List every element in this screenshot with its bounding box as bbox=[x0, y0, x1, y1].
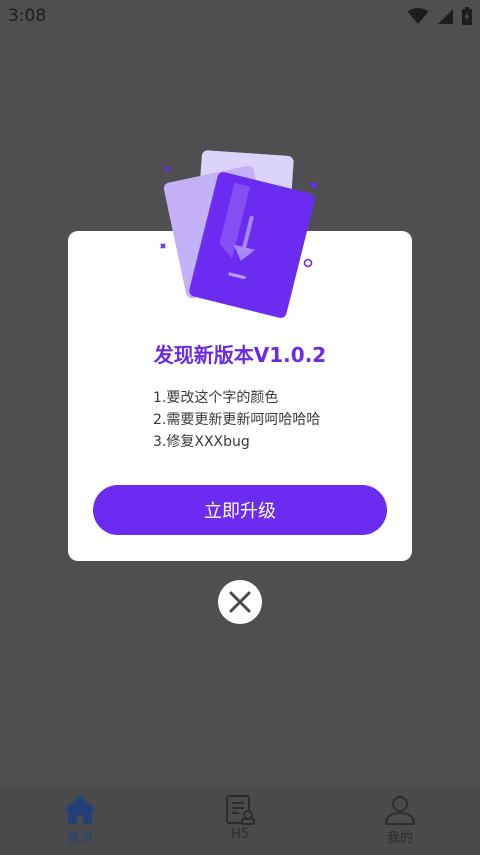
release-note-item: 3.修复XXXbug bbox=[153, 434, 250, 450]
close-dialog-button[interactable] bbox=[218, 580, 262, 624]
nav-item-label: 我的 bbox=[386, 831, 413, 846]
user-icon bbox=[384, 796, 416, 825]
wifi-icon bbox=[407, 7, 429, 24]
close-icon bbox=[229, 591, 251, 613]
status-bar: 3:08 bbox=[0, 0, 480, 34]
status-icons bbox=[407, 7, 472, 25]
nav-item-home[interactable]: 首页 bbox=[0, 787, 160, 855]
status-time: 3:08 bbox=[8, 6, 47, 26]
nav-item-profile[interactable]: 我的 bbox=[320, 787, 480, 855]
release-notes: 1.要改这个字的颜色 2.需要更新更新呵呵哈哈哈 3.修复XXXbug bbox=[153, 387, 320, 453]
release-note-item: 2.需要更新更新呵呵哈哈哈 bbox=[153, 412, 321, 428]
update-illustration bbox=[160, 150, 317, 318]
upgrade-now-button[interactable]: 立即升级 bbox=[93, 485, 387, 535]
home-icon bbox=[64, 796, 96, 824]
release-note-item: 1.要改这个字的颜色 bbox=[153, 390, 279, 406]
nav-item-label: 首页 bbox=[66, 831, 93, 846]
dialog-title: 发现新版本V1.0.2 bbox=[153, 343, 327, 367]
document-icon bbox=[226, 795, 255, 825]
bottom-nav: 首页 H5 我的 bbox=[0, 787, 480, 855]
battery-icon bbox=[462, 7, 472, 25]
nav-item-label: H5 bbox=[230, 827, 250, 842]
nav-item-h5[interactable]: H5 bbox=[160, 787, 320, 855]
app-screen: 3:08 发现新版本V1.0.2 1.要改这个字的颜色 2.需要更新更新呵呵哈哈… bbox=[0, 0, 480, 855]
cell-signal-icon bbox=[438, 8, 453, 24]
